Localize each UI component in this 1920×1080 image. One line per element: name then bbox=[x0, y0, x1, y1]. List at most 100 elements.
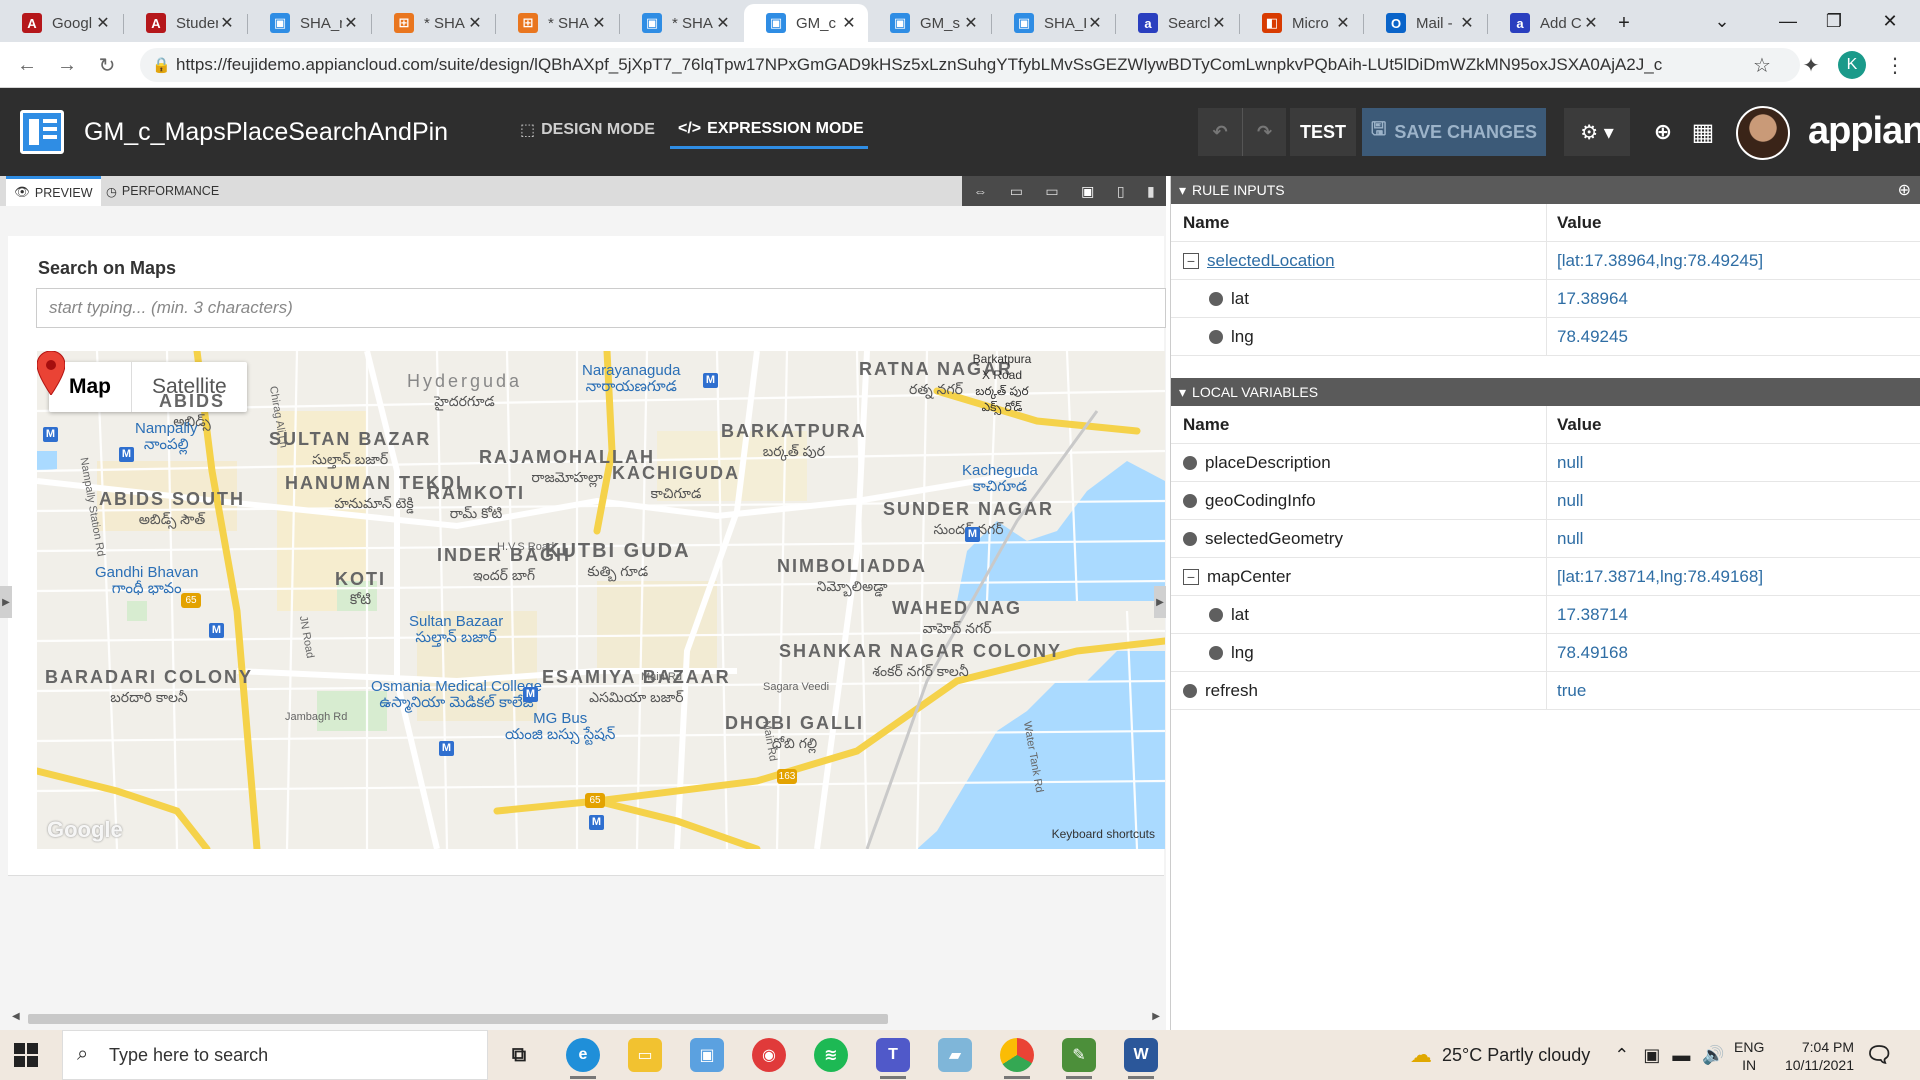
close-tab-icon[interactable]: ✕ bbox=[1086, 13, 1104, 33]
tab-preview[interactable]: 👁 PREVIEW bbox=[6, 176, 101, 206]
poi-label[interactable]: Kacheguda కాచిగూడ bbox=[962, 463, 1038, 495]
poi-label[interactable]: Osmania Medical College ఉస్మానియా మెడికల్… bbox=[371, 679, 542, 711]
notes-app-icon[interactable]: ▰ bbox=[938, 1038, 972, 1072]
keyboard-shortcuts-link[interactable]: Keyboard shortcuts bbox=[1052, 827, 1155, 841]
map-pin-marker[interactable] bbox=[37, 351, 65, 395]
screen-recorder-icon[interactable]: ◉ bbox=[752, 1038, 786, 1072]
fit-width-icon[interactable]: ⇔ bbox=[973, 183, 987, 199]
phone-icon[interactable]: ▮ bbox=[1147, 183, 1155, 200]
file-explorer-icon[interactable]: ▭ bbox=[628, 1038, 662, 1072]
spotify-icon[interactable]: ≋ bbox=[814, 1038, 848, 1072]
metro-station-icon[interactable]: M bbox=[589, 815, 604, 830]
browser-tab[interactable]: ▣ SHA_r ✕ bbox=[248, 4, 370, 42]
scroll-left-icon[interactable]: ◀ bbox=[12, 1011, 20, 1022]
metro-station-icon[interactable]: M bbox=[209, 623, 224, 638]
redo-button[interactable]: ↷ bbox=[1242, 108, 1286, 156]
browser-tab[interactable]: ▣ * SHA ✕ bbox=[620, 4, 742, 42]
taskbar-clock[interactable]: 7:04 PM 10/11/2021 bbox=[1774, 1038, 1854, 1074]
profile-avatar[interactable]: K bbox=[1838, 51, 1866, 79]
close-tab-icon[interactable]: ✕ bbox=[1334, 13, 1352, 33]
close-tab-icon[interactable]: ✕ bbox=[962, 13, 980, 33]
extensions-icon[interactable]: ✦ bbox=[1796, 50, 1826, 80]
browser-tab[interactable]: ⊞ * SHA ✕ bbox=[496, 4, 618, 42]
test-button[interactable]: TEST bbox=[1290, 108, 1356, 156]
word-icon[interactable]: W bbox=[1124, 1038, 1158, 1079]
desktop-wide-icon[interactable]: ▭ bbox=[1010, 183, 1023, 200]
undo-button[interactable]: ↶ bbox=[1198, 108, 1242, 156]
close-tab-icon[interactable]: ✕ bbox=[1582, 13, 1600, 33]
reload-icon[interactable]: ↻ bbox=[92, 50, 122, 80]
browser-menu-icon[interactable]: ⋮ bbox=[1880, 50, 1910, 80]
close-tab-icon[interactable]: ✕ bbox=[218, 13, 236, 33]
weather-text[interactable]: 25°C Partly cloudy bbox=[1442, 1045, 1590, 1066]
table-row[interactable]: geoCodingInfo null bbox=[1171, 482, 1920, 520]
tray-expand-icon[interactable]: ⌃ bbox=[1614, 1045, 1629, 1066]
variable-name[interactable]: selectedLocation bbox=[1207, 251, 1335, 271]
poi-label[interactable]: Sultan Bazaar సుల్తాన్ బజార్ bbox=[409, 614, 503, 646]
metro-station-icon[interactable]: M bbox=[523, 687, 538, 702]
desktop-icon[interactable]: ▭ bbox=[1045, 183, 1058, 200]
horizontal-scrollbar[interactable]: ◀ ▶ bbox=[12, 1010, 1160, 1026]
table-row[interactable]: − selectedLocation [lat:17.38964,lng:78.49… bbox=[1171, 242, 1920, 280]
browser-tab[interactable]: a Add C ✕ bbox=[1488, 4, 1610, 42]
minimize-icon[interactable]: — bbox=[1768, 6, 1808, 36]
close-tab-icon[interactable]: ✕ bbox=[94, 13, 112, 33]
browser-tab[interactable]: ▣ GM_c ✕ bbox=[744, 4, 868, 42]
metro-station-icon[interactable]: M bbox=[439, 741, 454, 756]
poi-label[interactable]: MG Bus యంజి బస్సు స్టేషన్ bbox=[505, 711, 615, 743]
left-collapse-handle[interactable]: ▶ bbox=[0, 586, 12, 618]
table-row[interactable]: lng 78.49168 bbox=[1171, 634, 1920, 672]
browser-tab[interactable]: ◧ Micro ✕ bbox=[1240, 4, 1362, 42]
paint-app-icon[interactable]: ✎ bbox=[1062, 1038, 1096, 1079]
desktop-app-icon[interactable]: ▣ bbox=[690, 1038, 724, 1072]
teams-icon[interactable]: T bbox=[876, 1038, 910, 1079]
close-tab-icon[interactable]: ✕ bbox=[1458, 13, 1476, 33]
local-variables-header[interactable]: ▾ LOCAL VARIABLES bbox=[1171, 378, 1920, 406]
close-window-icon[interactable]: ✕ bbox=[1870, 6, 1910, 36]
table-row[interactable]: selectedGeometry null bbox=[1171, 520, 1920, 558]
table-row[interactable]: lat 17.38964 bbox=[1171, 280, 1920, 318]
close-tab-icon[interactable]: ✕ bbox=[466, 13, 484, 33]
save-changes-button[interactable]: 🖫 SAVE CHANGES bbox=[1362, 108, 1546, 156]
settings-gear-icon[interactable]: ⚙ ▾ bbox=[1564, 108, 1630, 156]
table-row[interactable]: placeDescription null bbox=[1171, 444, 1920, 482]
scroll-right-icon[interactable]: ▶ bbox=[1152, 1011, 1160, 1022]
table-row[interactable]: lat 17.38714 bbox=[1171, 596, 1920, 634]
forward-arrow-icon[interactable]: → bbox=[52, 50, 82, 80]
collapse-toggle-icon[interactable]: − bbox=[1183, 569, 1199, 585]
close-tab-icon[interactable]: ✕ bbox=[714, 13, 732, 33]
task-view-icon[interactable]: ⧉ bbox=[502, 1038, 536, 1072]
browser-tab[interactable]: A Googl ✕ bbox=[0, 4, 122, 42]
network-icon[interactable]: ▣ bbox=[1643, 1045, 1660, 1066]
windows-start-icon[interactable] bbox=[14, 1043, 38, 1067]
browser-tab[interactable]: ▣ GM_s ✕ bbox=[868, 4, 990, 42]
browser-tab[interactable]: ⊞ * SHA ✕ bbox=[372, 4, 494, 42]
close-tab-icon[interactable]: ✕ bbox=[840, 13, 858, 33]
design-mode-tab[interactable]: ⬚ DESIGN MODE bbox=[520, 120, 655, 140]
metro-station-icon[interactable]: M bbox=[703, 373, 718, 388]
user-avatar[interactable] bbox=[1736, 106, 1790, 160]
metro-station-icon[interactable]: M bbox=[43, 427, 58, 442]
browser-tab[interactable]: ▣ SHA_I ✕ bbox=[992, 4, 1114, 42]
browser-tab[interactable]: a Searcl ✕ bbox=[1116, 4, 1238, 42]
close-tab-icon[interactable]: ✕ bbox=[1210, 13, 1228, 33]
add-rule-input-icon[interactable]: ⊕ bbox=[1898, 180, 1911, 200]
close-tab-icon[interactable]: ✕ bbox=[342, 13, 360, 33]
laptop-icon[interactable]: ▣ bbox=[1081, 183, 1094, 200]
table-row[interactable]: lng 78.49245 bbox=[1171, 318, 1920, 356]
rule-inputs-header[interactable]: ▾ RULE INPUTS ⊕ bbox=[1171, 176, 1920, 204]
browser-tab[interactable]: O Mail - ✕ bbox=[1364, 4, 1486, 42]
search-globe-icon[interactable]: ⊕ bbox=[1648, 108, 1678, 156]
poi-label[interactable]: Narayanaguda నారాయణగూడ bbox=[582, 363, 680, 395]
google-map[interactable]: Map Satellite SULTAN BAZAR సుల్తాన్ బజార్… bbox=[37, 351, 1165, 849]
right-collapse-handle[interactable]: ▶ bbox=[1154, 586, 1166, 618]
expression-mode-tab[interactable]: </> EXPRESSION MODE bbox=[678, 120, 864, 138]
search-input[interactable] bbox=[36, 288, 1166, 328]
scrollbar-thumb[interactable] bbox=[28, 1014, 888, 1024]
back-arrow-icon[interactable]: ← bbox=[12, 50, 42, 80]
battery-icon[interactable]: ▬ bbox=[1672, 1045, 1690, 1066]
table-row[interactable]: refresh true bbox=[1171, 672, 1920, 710]
notifications-icon[interactable]: 🗨 bbox=[1862, 1038, 1896, 1072]
tablet-icon[interactable]: ▯ bbox=[1117, 183, 1125, 200]
close-tab-icon[interactable]: ✕ bbox=[590, 13, 608, 33]
